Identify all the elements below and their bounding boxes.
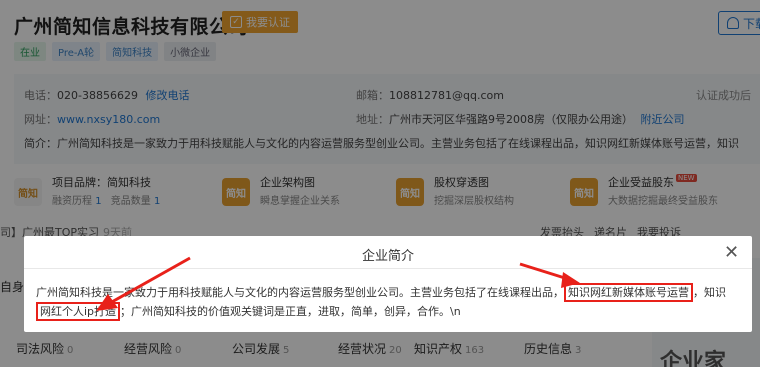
arrow-left — [96, 256, 191, 311]
annotation-arrows — [96, 256, 580, 311]
arrow-right — [519, 262, 580, 288]
